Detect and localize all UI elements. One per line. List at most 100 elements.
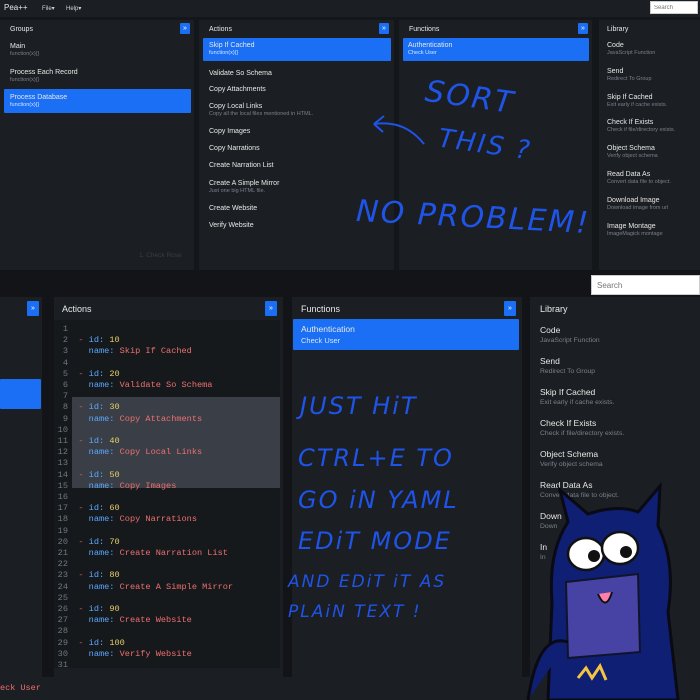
annotation-edit-mode: EDiT MODE bbox=[298, 527, 452, 555]
code-line: 19 bbox=[54, 526, 78, 537]
bottom-screenshot: » Actions » 1 2 - id: 103 name: Skip If … bbox=[0, 272, 700, 700]
library-item-check-if-exists[interactable]: Check If Exists Check if file/directory e… bbox=[603, 117, 699, 139]
line-number: 10 bbox=[57, 424, 68, 435]
yaml-name-value: Copy Local Links bbox=[119, 447, 203, 458]
code-line: 23 - id: 80 bbox=[54, 570, 120, 581]
annotation-ctrl-e: CTRL+E TO bbox=[298, 444, 454, 472]
yaml-name-value: Validate So Schema bbox=[119, 380, 213, 390]
action-item-copy-local-links[interactable]: Copy Local Links Copy all the local files… bbox=[203, 99, 391, 117]
groups-panel-collapsed: » bbox=[0, 297, 42, 677]
function-item-authentication-bottom[interactable]: Authentication Check User bbox=[293, 319, 519, 350]
library-item-bottom-object-schema[interactable]: Object Schema Verify object schema bbox=[536, 448, 696, 476]
ghost-drag-label: 1. Check Rose bbox=[139, 252, 182, 259]
code-line: 6 name: Validate So Schema bbox=[54, 380, 213, 391]
code-line: 25 bbox=[54, 593, 78, 604]
help-menu[interactable]: Help▾ bbox=[66, 5, 81, 12]
yaml-key: name: bbox=[88, 548, 115, 558]
groups-panel: Groups » Main function(x){} Process Each… bbox=[0, 20, 194, 270]
action-item-copy-narrations[interactable]: Copy Narrations bbox=[203, 141, 391, 157]
line-number: 11 bbox=[57, 436, 68, 446]
yaml-key: name: bbox=[88, 380, 115, 390]
actions-panel: Actions » Skip If Cached function(x){} Val… bbox=[139, 20, 394, 270]
code-line: 12 name: Copy Local Links bbox=[54, 447, 202, 458]
library-item-image-montage[interactable]: Image Montage ImageMagick montage bbox=[603, 221, 699, 243]
yaml-key: id: bbox=[88, 536, 105, 547]
arrow-icon bbox=[373, 115, 425, 145]
yaml-id-value: 30 bbox=[109, 402, 120, 413]
selected-group-fragment[interactable] bbox=[0, 379, 41, 409]
function-item-authentication[interactable]: Authentication Check User bbox=[403, 38, 589, 61]
menu-bar: Pea++ File▾ Help▾ bbox=[0, 0, 700, 17]
line-number: 5 bbox=[62, 368, 68, 379]
yaml-name-value: Create Narration List bbox=[119, 548, 228, 558]
code-line: 21 name: Create Narration List bbox=[54, 548, 228, 559]
group-item-process-each-record[interactable]: Process Each Record function(x){} bbox=[4, 66, 190, 88]
search-input-bottom[interactable] bbox=[591, 275, 700, 295]
code-line: 13 bbox=[54, 458, 78, 469]
code-line: 15 name: Copy Images bbox=[54, 480, 177, 492]
add-action-button-bottom[interactable]: » bbox=[265, 301, 277, 316]
yaml-name-value: Create Website bbox=[119, 615, 192, 626]
search-input[interactable] bbox=[650, 1, 698, 14]
yaml-id-value: 10 bbox=[109, 335, 120, 346]
line-number: 22 bbox=[57, 559, 68, 570]
action-item-validate-so-schema[interactable]: Validate So Schema bbox=[203, 66, 391, 82]
library-item-bottom-code[interactable]: Code JavaScript Function bbox=[536, 324, 696, 352]
line-number: 14 bbox=[57, 469, 68, 480]
yaml-key: id: bbox=[88, 604, 105, 614]
yaml-dash: - bbox=[78, 604, 84, 614]
action-item-create-a-simple-mirror[interactable]: Create A Simple Mirror Just one big HTML … bbox=[203, 176, 391, 194]
library-item-read-data-as[interactable]: Read Data As Convert data file to object. bbox=[603, 169, 699, 191]
group-item-process-database[interactable]: Process Database function(x){} bbox=[4, 89, 191, 113]
expand-groups-button[interactable]: » bbox=[27, 301, 39, 316]
library-item-object-schema[interactable]: Object Schema Verify object schema bbox=[603, 143, 699, 165]
file-menu[interactable]: File▾ bbox=[42, 5, 55, 12]
library-item-bottom-send[interactable]: Send Redirect To Group bbox=[536, 355, 696, 383]
library-item-send[interactable]: Send Redirect To Group bbox=[603, 66, 699, 88]
yaml-key: id: bbox=[88, 570, 105, 581]
code-line: 4 bbox=[54, 358, 78, 369]
code-line: 31 bbox=[54, 660, 78, 671]
code-line: 9 name: Copy Attachments bbox=[54, 414, 202, 425]
group-item-main[interactable]: Main function(x){} bbox=[4, 40, 190, 62]
line-number: 1 bbox=[62, 324, 68, 334]
library-item-code[interactable]: Code JavaScript Function bbox=[603, 40, 699, 62]
code-line: 18 name: Copy Narrations bbox=[54, 514, 197, 525]
line-number: 19 bbox=[57, 525, 68, 536]
actions-header-bottom: Actions bbox=[62, 304, 92, 314]
library-panel: Library Code JavaScript Function Send Redir… bbox=[599, 20, 700, 270]
functions-header-bottom: Functions bbox=[301, 304, 341, 314]
line-number: 30 bbox=[57, 648, 68, 659]
library-item-bottom-skip-if-cached[interactable]: Skip If Cached Exit early if cache exists… bbox=[536, 386, 696, 414]
functions-header: Functions bbox=[409, 26, 440, 33]
library-header-bottom: Library bbox=[540, 304, 568, 314]
code-line: 11 - id: 40 bbox=[54, 436, 120, 447]
yaml-dash: - bbox=[78, 536, 84, 547]
library-item-skip-if-cached[interactable]: Skip If Cached Exit early if cache exists… bbox=[603, 92, 699, 114]
yaml-editor[interactable]: 1 2 - id: 10 3 name: Skip If Cached 4 5 - … bbox=[54, 320, 280, 671]
library-item-bottom-check-if-exists[interactable]: Check If Exists Check if file/directory e… bbox=[536, 417, 696, 445]
add-function-button-bottom[interactable]: » bbox=[504, 301, 516, 316]
add-function-button[interactable]: » bbox=[578, 23, 588, 34]
line-number: 29 bbox=[57, 637, 68, 648]
action-item-skip-if-cached[interactable]: Skip If Cached function(x){} bbox=[203, 38, 391, 61]
yaml-id-value: 90 bbox=[109, 604, 120, 614]
cartoon-cat-illustration bbox=[526, 482, 680, 700]
library-item-download-image[interactable]: Download Image Download image from url bbox=[603, 195, 699, 217]
add-group-button[interactable]: » bbox=[180, 23, 190, 34]
add-action-button[interactable]: » bbox=[379, 23, 389, 34]
yaml-dash: - bbox=[78, 436, 84, 446]
action-item-copy-attachments[interactable]: Copy Attachments bbox=[203, 82, 391, 98]
code-line: 24 name: Create A Simple Mirror bbox=[54, 582, 233, 593]
groups-header: Groups bbox=[10, 26, 33, 33]
library-header: Library bbox=[607, 26, 629, 33]
line-number: 13 bbox=[57, 458, 68, 469]
code-line: 27 name: Create Website bbox=[54, 615, 192, 626]
line-number: 15 bbox=[57, 480, 68, 491]
yaml-id-value: 100 bbox=[109, 637, 125, 648]
yaml-id-value: 80 bbox=[109, 570, 120, 581]
yaml-name-value: Verify Website bbox=[119, 648, 192, 659]
annotation-just-hit: JUST HiT bbox=[300, 392, 418, 420]
action-item-copy-images[interactable]: Copy Images bbox=[203, 124, 391, 140]
action-item-create-narration-list[interactable]: Create Narration List bbox=[203, 158, 391, 174]
